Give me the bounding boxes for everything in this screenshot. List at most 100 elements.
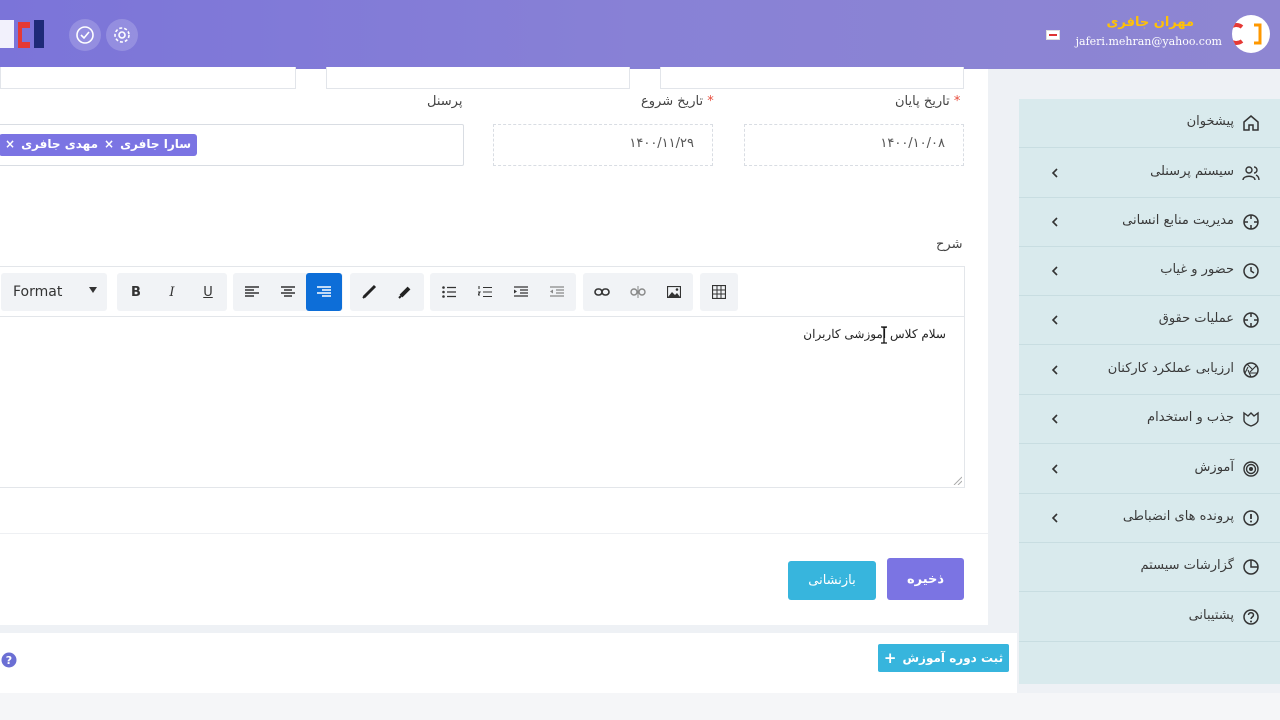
align-right-icon (317, 286, 331, 297)
user-email: jaferi.mehran@yahoo.com (1075, 35, 1222, 48)
crosshair-icon (1243, 312, 1259, 328)
tag-remove-icon[interactable]: × (5, 137, 15, 151)
insert-group (583, 273, 693, 311)
align-center-button[interactable] (270, 273, 306, 311)
align-center-icon (281, 286, 295, 297)
chevron-left-icon (1051, 365, 1058, 375)
editor-toolbar: Format B I U (0, 267, 964, 317)
paint-group (350, 273, 424, 311)
sidebar-item-payroll[interactable]: عملیات حقوق (1019, 296, 1280, 345)
sidebar-item-attendance[interactable]: حضور و غیاب (1019, 247, 1280, 296)
table-button[interactable] (701, 273, 737, 311)
user-name[interactable]: مهران جافری (1106, 15, 1194, 30)
users-icon (1242, 166, 1260, 181)
home-icon (1243, 115, 1259, 131)
bold-button[interactable]: B (118, 273, 154, 311)
text-cursor-icon (881, 326, 887, 344)
sidebar-item-dashboard[interactable]: پیشخوان (1019, 99, 1280, 148)
end-date-input[interactable]: ۱۴۰۰/۱۰/۰۸ (744, 124, 964, 166)
sidebar-item-hr[interactable]: مدیریت منابع انسانی (1019, 198, 1280, 247)
align-left-button[interactable] (234, 273, 270, 311)
caret-down-icon (89, 287, 97, 293)
align-right-button[interactable] (306, 273, 342, 311)
chevron-left-icon (1051, 168, 1058, 178)
table-icon (712, 285, 726, 299)
image-button[interactable] (656, 273, 692, 311)
add-course-label: ثبت دوره آموزش (902, 651, 1004, 665)
fill-brush-icon (398, 286, 411, 299)
chevron-left-icon (1051, 513, 1058, 523)
tasks-button[interactable] (69, 19, 101, 51)
top-field-3[interactable] (0, 67, 296, 89)
settings-button[interactable] (106, 19, 138, 51)
indent-button[interactable] (503, 273, 539, 311)
avatar[interactable] (1232, 15, 1270, 53)
link-button[interactable] (584, 273, 620, 311)
brush-icon (362, 284, 377, 299)
start-date-input[interactable]: ۱۴۰۰/۱۱/۲۹ (493, 124, 713, 166)
editor-content-text: سلام کلاس آموزشی کاربران (803, 327, 946, 341)
editor-content-area[interactable]: سلام کلاس آموزشی کاربران (0, 317, 964, 487)
bullet-list-icon (442, 286, 456, 298)
personnel-tag: سارا جافری× (98, 134, 198, 156)
personnel-tag: مهدی جافری× (0, 134, 104, 156)
help-circle-icon (1243, 609, 1259, 625)
gear-icon (114, 27, 130, 43)
unlink-icon (630, 286, 646, 298)
sidebar-item-training[interactable]: آموزش (1019, 445, 1280, 494)
description-label: شرح (936, 237, 963, 252)
text-color-button[interactable] (351, 273, 387, 311)
sidebar-item-personnel[interactable]: سیستم پرسنلی (1019, 149, 1280, 198)
format-select[interactable]: Format (1, 273, 107, 311)
start-date-label: * تاریخ شروع (641, 94, 714, 109)
shield-icon (1243, 411, 1259, 427)
help-icon[interactable]: ? (1, 652, 17, 668)
tag-remove-icon[interactable]: × (104, 137, 114, 151)
reset-button[interactable]: بازنشانی (788, 561, 876, 600)
target-icon (1243, 461, 1259, 477)
language-flag-icon[interactable] (1046, 30, 1060, 40)
save-button[interactable]: ذخیره (887, 558, 964, 600)
sidebar-item-disciplinary[interactable]: پرونده های انضباطی (1019, 494, 1280, 543)
course-actions-bar (0, 633, 1017, 693)
unlink-button[interactable] (620, 273, 656, 311)
rich-text-editor: Format B I U سلام کلاس آموزشی کاربران (0, 266, 965, 488)
table-group (700, 273, 738, 311)
sidebar-item-recruitment[interactable]: جذب و استخدام (1019, 395, 1280, 444)
pie-chart-icon (1243, 559, 1259, 575)
crosshair-icon (1243, 214, 1259, 230)
alert-circle-icon (1243, 510, 1259, 526)
app-logo[interactable] (0, 14, 46, 54)
numbered-list-icon (478, 286, 492, 298)
personnel-tags-input[interactable]: سارا جافری× مهدی جافری× (0, 124, 464, 166)
numbered-list-button[interactable] (467, 273, 503, 311)
chevron-left-icon (1051, 315, 1058, 325)
resize-handle-icon[interactable] (952, 475, 962, 485)
align-group (233, 273, 343, 311)
underline-button[interactable]: U (190, 273, 226, 311)
lower-section (0, 693, 1280, 720)
bullet-list-button[interactable] (431, 273, 467, 311)
top-field-1[interactable] (660, 67, 964, 89)
bg-color-button[interactable] (387, 273, 423, 311)
chevron-left-icon (1051, 464, 1058, 474)
chevron-left-icon (1051, 266, 1058, 276)
aperture-icon (1243, 362, 1259, 378)
help-mark: ? (6, 654, 12, 667)
sidebar-item-reports[interactable]: گزارشات سیستم (1019, 543, 1280, 592)
chevron-left-icon (1051, 217, 1058, 227)
sidebar-item-support[interactable]: پشتیبانی (1019, 593, 1280, 642)
plus-icon: + (883, 649, 897, 667)
outdent-button[interactable] (539, 273, 575, 311)
list-group (430, 273, 576, 311)
sidebar-item-partial[interactable] (1019, 659, 1280, 684)
align-left-icon (245, 286, 259, 297)
indent-icon (514, 286, 528, 297)
add-course-button[interactable]: ثبت دوره آموزش + (878, 644, 1009, 672)
check-circle-icon (76, 26, 94, 44)
top-header: مهران جافری jaferi.mehran@yahoo.com (0, 0, 1280, 69)
italic-button[interactable]: I (154, 273, 190, 311)
text-style-group: B I U (117, 273, 227, 311)
top-field-2[interactable] (326, 67, 630, 89)
sidebar-item-evaluation[interactable]: ارزیابی عملکرد کارکنان (1019, 346, 1280, 395)
